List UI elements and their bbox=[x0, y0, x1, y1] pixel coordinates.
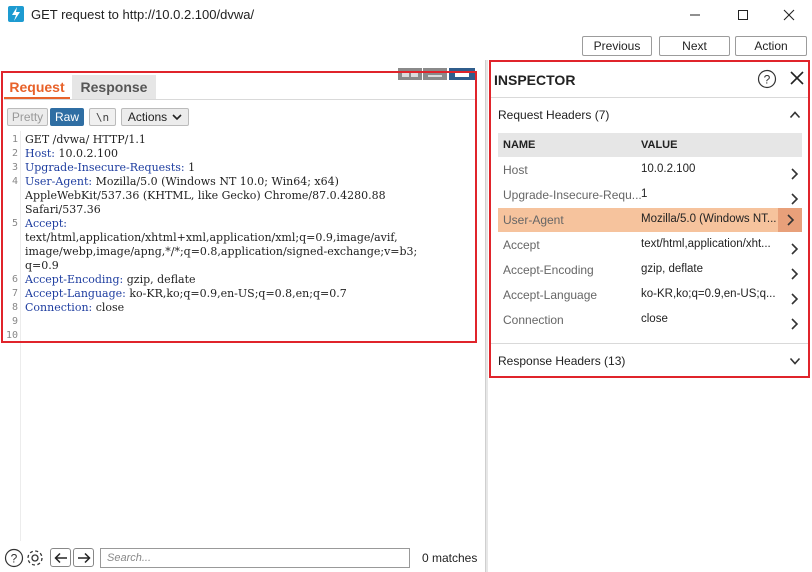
inspector-help-icon[interactable]: ? bbox=[757, 69, 777, 89]
header-row[interactable]: Host 10.0.2.100 bbox=[498, 158, 802, 182]
help-icon[interactable]: ? bbox=[4, 548, 24, 568]
chevron-right-icon[interactable] bbox=[782, 237, 802, 255]
highlight-box-request bbox=[1, 71, 477, 343]
inspector-divider bbox=[491, 97, 808, 98]
chevron-right-icon[interactable] bbox=[782, 287, 802, 305]
header-row-name: User-Agent bbox=[503, 213, 564, 227]
chevron-right-icon[interactable] bbox=[782, 312, 802, 330]
header-row[interactable]: Accept text/html,application/xht... bbox=[498, 233, 802, 257]
header-row-name: Accept-Language bbox=[503, 288, 598, 302]
chevron-down-icon[interactable] bbox=[789, 355, 801, 369]
header-row-name: Accept-Encoding bbox=[503, 263, 594, 277]
next-match-icon[interactable] bbox=[73, 548, 94, 567]
gear-icon[interactable] bbox=[25, 548, 45, 568]
header-row-value: 10.0.2.100 bbox=[641, 163, 696, 175]
minimize-icon[interactable] bbox=[672, 0, 718, 30]
header-row-name: Connection bbox=[503, 313, 564, 327]
svg-text:?: ? bbox=[11, 552, 18, 566]
chevron-up-icon[interactable] bbox=[789, 109, 801, 123]
header-row[interactable]: Connection close bbox=[498, 308, 802, 332]
burp-app-icon bbox=[8, 6, 24, 22]
header-row[interactable]: Accept-Encoding gzip, deflate bbox=[498, 258, 802, 282]
header-row-value: close bbox=[641, 313, 668, 325]
svg-text:?: ? bbox=[764, 73, 771, 87]
header-row-value: 1 bbox=[641, 188, 648, 200]
inspector-close-icon[interactable] bbox=[789, 70, 805, 86]
header-row[interactable]: Upgrade-Insecure-Requ... 1 bbox=[498, 183, 802, 207]
pane-splitter[interactable] bbox=[485, 60, 488, 572]
column-header-value: VALUE bbox=[641, 139, 678, 151]
chevron-right-icon[interactable] bbox=[782, 187, 802, 205]
header-row-name: Accept bbox=[503, 238, 540, 252]
header-row-value: gzip, deflate bbox=[641, 263, 704, 275]
header-row-name: Upgrade-Insecure-Requ... bbox=[503, 188, 642, 202]
chevron-right-icon[interactable] bbox=[778, 208, 802, 232]
header-row-name: Host bbox=[503, 163, 528, 177]
action-button[interactable]: Action bbox=[735, 36, 807, 56]
header-row[interactable]: Accept-Language ko-KR,ko;q=0.9,en-US;q... bbox=[498, 283, 802, 307]
previous-match-icon[interactable] bbox=[50, 548, 71, 567]
previous-button[interactable]: Previous bbox=[582, 36, 652, 56]
header-row-value: Mozilla/5.0 (Windows NT... bbox=[641, 213, 777, 225]
close-window-icon[interactable] bbox=[766, 0, 812, 30]
match-count: 0 matches bbox=[422, 551, 478, 565]
search-input[interactable] bbox=[100, 548, 410, 568]
next-button[interactable]: Next bbox=[659, 36, 730, 56]
maximize-icon[interactable] bbox=[720, 0, 766, 30]
response-headers-section[interactable]: Response Headers (13) bbox=[498, 354, 625, 368]
section-divider bbox=[491, 343, 808, 344]
request-headers-section[interactable]: Request Headers (7) bbox=[498, 108, 609, 122]
header-row-value: ko-KR,ko;q=0.9,en-US;q... bbox=[641, 288, 776, 300]
header-row-value: text/html,application/xht... bbox=[641, 238, 771, 250]
chevron-right-icon[interactable] bbox=[782, 162, 802, 180]
chevron-right-icon[interactable] bbox=[782, 262, 802, 280]
inspector-title: INSPECTOR bbox=[494, 72, 576, 88]
header-row[interactable]: User-Agent Mozilla/5.0 (Windows NT... bbox=[498, 208, 802, 232]
window-title: GET request to http://10.0.2.100/dvwa/ bbox=[31, 7, 255, 22]
column-header-name: NAME bbox=[503, 139, 536, 151]
